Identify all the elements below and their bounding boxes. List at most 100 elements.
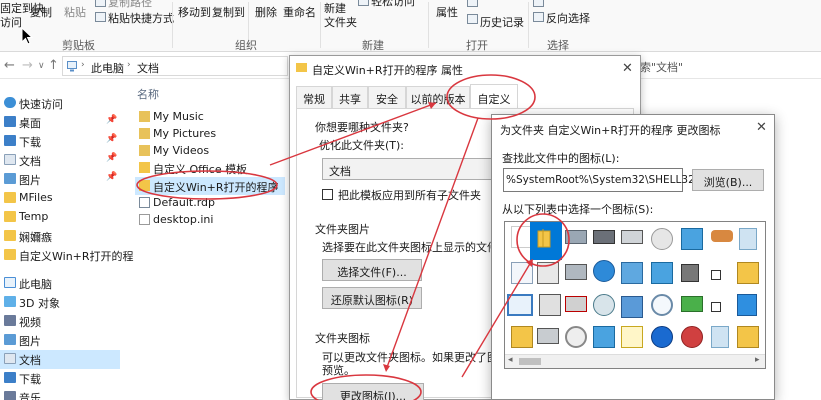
folder-icon[interactable] — [511, 326, 533, 348]
sidebar-item-documents[interactable]: 文档 📌 — [0, 151, 120, 170]
pin-icon[interactable]: 📌 — [106, 115, 117, 125]
paste-shortcut-button[interactable]: 粘贴快捷方式 — [108, 10, 174, 26]
sidebar-item-quick-access[interactable]: 快速访问 — [0, 94, 120, 113]
browse-button[interactable]: 浏览(B)... — [692, 169, 764, 191]
globe-settings-icon[interactable] — [593, 294, 615, 316]
control-panel-icon[interactable] — [651, 262, 673, 284]
list-item[interactable]: 自定义 Office 模板 — [135, 159, 285, 177]
folder-settings-icon[interactable] — [737, 326, 759, 348]
sidebar-item-documents-2[interactable]: 文档 — [0, 350, 120, 369]
sidebar-item-3d-objects[interactable]: 3D 对象 — [0, 293, 120, 312]
desktop-window-icon[interactable] — [507, 294, 533, 316]
close-icon[interactable]: ✕ — [622, 61, 633, 76]
printer-icon[interactable] — [621, 230, 643, 244]
sidebar-item-mfiles[interactable]: MFiles — [0, 189, 120, 208]
info-icon[interactable] — [711, 302, 721, 312]
network-connections-icon[interactable] — [621, 296, 643, 318]
drive-icon[interactable] — [565, 264, 587, 280]
drive-icon[interactable] — [565, 230, 587, 244]
invert-selection-button[interactable]: 反向选择 — [546, 10, 590, 26]
forward-arrow-icon[interactable]: → — [22, 58, 33, 73]
history-button[interactable]: 历史记录 — [480, 14, 524, 30]
copy-button[interactable]: 复制 — [30, 4, 52, 20]
computer-icon[interactable] — [593, 326, 615, 348]
cd-icon[interactable] — [565, 326, 587, 348]
icon-grid[interactable]: ◂ ▸ — [504, 221, 766, 369]
sidebar-item-this-pc[interactable]: 此电脑 — [0, 274, 120, 293]
pin-icon[interactable]: 📌 — [106, 134, 117, 144]
power-icon[interactable] — [681, 326, 703, 348]
sidebar-item-music[interactable]: 音乐 — [0, 388, 120, 400]
drive-icon[interactable] — [537, 328, 559, 344]
folder-settings-icon[interactable] — [737, 262, 759, 284]
sidebar-item-temp[interactable]: Temp — [0, 208, 120, 227]
sidebar-item-videos[interactable]: 视频 — [0, 312, 120, 331]
restore-default-button[interactable]: 还原默认图标(R) — [322, 287, 422, 309]
horizontal-scrollbar[interactable]: ◂ ▸ — [505, 354, 765, 368]
change-icon-button[interactable]: 更改图标(I)... — [322, 383, 424, 400]
scroll-left-icon[interactable]: ◂ — [508, 355, 513, 365]
hand-icon[interactable] — [711, 230, 733, 242]
floppy-icon[interactable] — [539, 294, 561, 316]
move-to-button[interactable]: 移动到 — [178, 4, 211, 20]
clock-icon[interactable] — [651, 228, 673, 250]
search-icon[interactable] — [651, 294, 673, 316]
notes-icon[interactable] — [621, 326, 643, 348]
breadcrumb-this-pc[interactable]: 此电脑 — [91, 60, 124, 76]
display-icon[interactable] — [737, 294, 757, 316]
globe-icon[interactable] — [593, 260, 615, 282]
recycle-bin-full-icon[interactable] — [711, 326, 729, 348]
network-drive-icon[interactable] — [681, 296, 703, 312]
chip-icon[interactable] — [593, 230, 615, 244]
recent-chevron-icon[interactable]: ∨ — [38, 61, 45, 71]
pin-icon[interactable]: 📌 — [106, 153, 117, 163]
sidebar-item-desktop[interactable]: 桌面 📌 — [0, 113, 120, 132]
tab-previous-versions[interactable]: 以前的版本 — [406, 86, 470, 108]
list-item[interactable]: My Pictures — [135, 125, 285, 143]
choose-file-button[interactable]: 选择文件(F)... — [322, 259, 422, 281]
network-icon[interactable] — [621, 262, 643, 284]
console-icon[interactable] — [537, 262, 559, 284]
list-item[interactable]: My Music — [135, 108, 285, 126]
tab-general[interactable]: 常规 — [296, 86, 332, 108]
delete-button[interactable]: 删除 — [255, 4, 277, 20]
column-header-name[interactable]: 名称 — [137, 86, 159, 102]
up-arrow-icon[interactable]: ↑ — [48, 58, 59, 73]
list-item[interactable]: Default.rdp — [135, 194, 285, 212]
drive-error-icon[interactable] — [565, 296, 587, 312]
recycle-bin-icon[interactable] — [739, 228, 757, 250]
sidebar-item-pictures[interactable]: 图片 📌 — [0, 170, 120, 189]
pin-icon[interactable]: 📌 — [106, 172, 117, 182]
icon-file-path-input[interactable]: %SystemRoot%\System32\SHELL32.dll — [503, 168, 711, 192]
back-arrow-icon[interactable]: ← — [4, 58, 15, 73]
apply-subfolders-checkbox[interactable] — [322, 189, 333, 200]
properties-button[interactable]: 属性 — [436, 4, 458, 20]
tab-customize[interactable]: 自定义 — [470, 84, 518, 108]
list-item-selected[interactable]: 自定义Win+R打开的程序 — [135, 177, 285, 195]
close-icon[interactable]: ✕ — [756, 120, 767, 135]
scroll-right-icon[interactable]: ▸ — [755, 355, 760, 365]
window-icon[interactable] — [681, 228, 703, 250]
breadcrumb-documents[interactable]: 文档 — [137, 60, 159, 76]
search-box[interactable]: 索"文档" — [640, 59, 683, 75]
new-folder-button[interactable]: 新建 文件夹 — [324, 2, 357, 30]
sidebar-item-downloads-2[interactable]: 下载 — [0, 369, 120, 388]
sidebar-item-downloads[interactable]: 下载 📌 — [0, 132, 120, 151]
shortcut-arrow-icon[interactable] — [711, 270, 721, 280]
sidebar-item-custom-win-r[interactable]: 自定义Win+R打开的程 — [0, 246, 134, 265]
copy-to-button[interactable]: 复制到 — [212, 4, 245, 20]
paste-button[interactable]: 粘贴 — [64, 4, 86, 20]
rename-button[interactable]: 重命名 — [283, 4, 316, 20]
copy-path-button[interactable]: 复制路径 — [108, 0, 152, 10]
help-icon[interactable] — [651, 326, 673, 348]
list-item[interactable]: desktop.ini — [135, 211, 285, 229]
text-doc-icon[interactable] — [511, 262, 533, 284]
tab-security[interactable]: 安全 — [368, 86, 406, 108]
address-bar[interactable]: › 此电脑 › 文档 — [62, 56, 288, 76]
sidebar-item-test[interactable]: 娴嬭瘯 — [0, 227, 120, 246]
sidebar-item-pictures-2[interactable]: 图片 — [0, 331, 120, 350]
tab-sharing[interactable]: 共享 — [332, 86, 368, 108]
scrollbar-thumb[interactable] — [519, 358, 541, 365]
list-item[interactable]: My Videos — [135, 142, 285, 160]
camera-icon[interactable] — [681, 264, 699, 282]
